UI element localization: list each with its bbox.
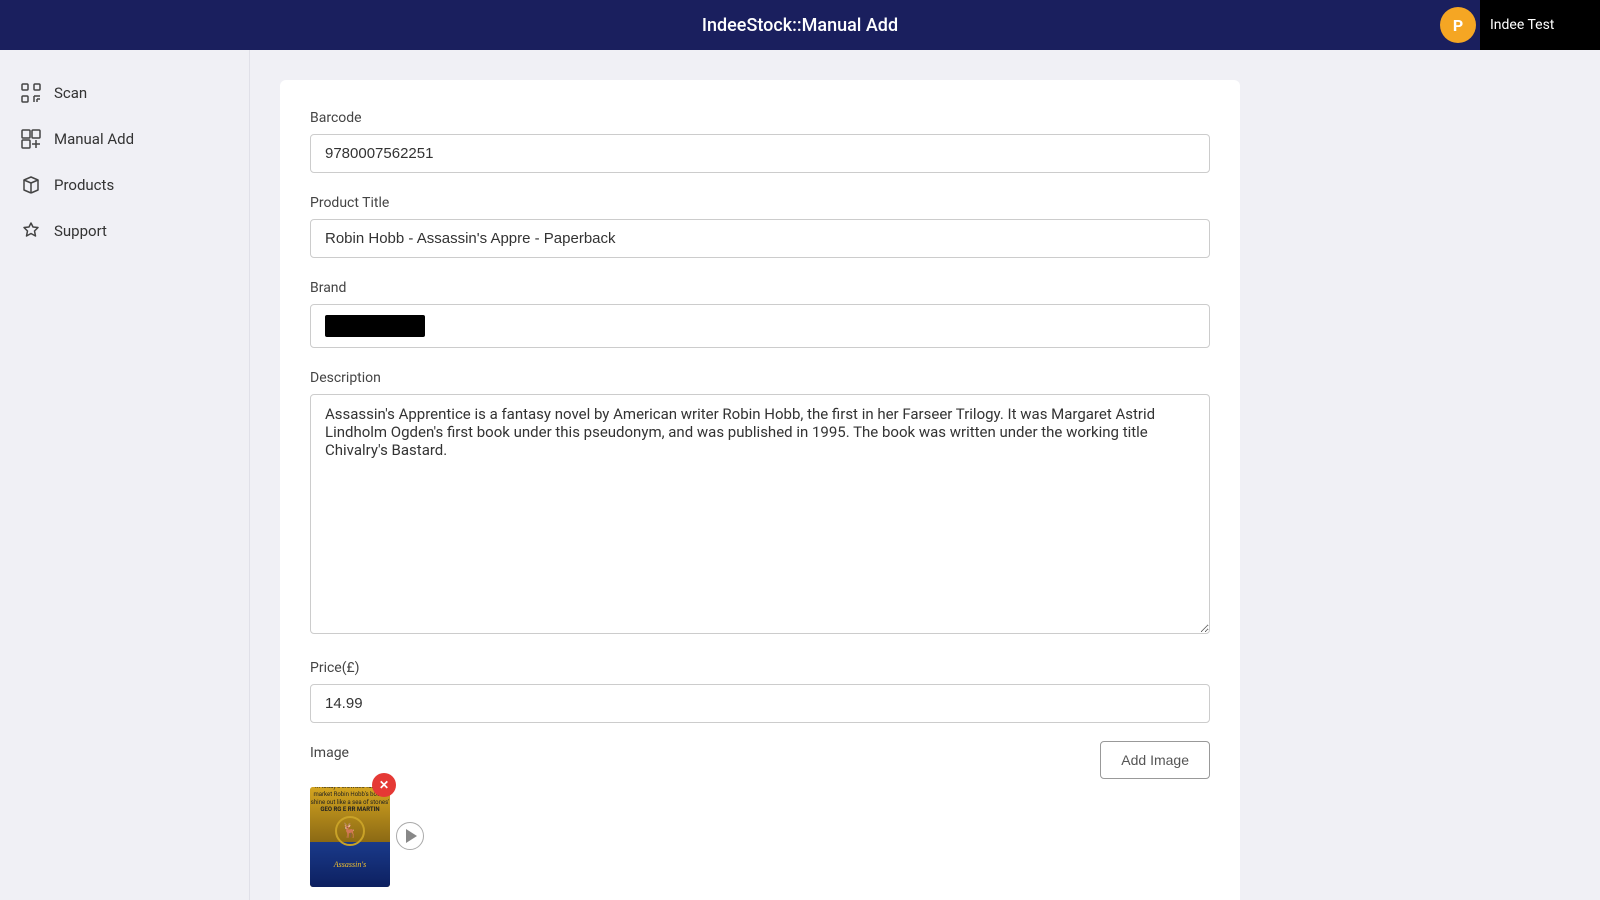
book-cover-bottom: Assassin's [310, 842, 390, 887]
app-title: IndeeStock::Manual Add [702, 15, 898, 36]
scan-icon [20, 82, 42, 104]
product-title-input[interactable] [310, 219, 1210, 258]
barcode-input[interactable] [310, 134, 1210, 173]
product-title-group: Product Title [310, 195, 1210, 258]
sidebar-label-manual-add: Manual Add [54, 130, 134, 148]
support-icon [20, 220, 42, 242]
sidebar-label-products: Products [54, 176, 114, 194]
price-group: Price(£) [310, 660, 1210, 723]
products-icon [20, 174, 42, 196]
brand-input-box[interactable] [310, 304, 1210, 348]
remove-image-button[interactable] [372, 773, 396, 797]
manual-add-icon [20, 128, 42, 150]
sidebar-label-support: Support [54, 222, 107, 240]
book-stag-icon: 🦌 [335, 816, 365, 846]
user-menu[interactable]: P Indee Test [1440, 0, 1600, 50]
play-button[interactable] [396, 822, 424, 850]
form-card: Barcode Product Title Brand Description … [280, 80, 1240, 900]
book-title-overlay: Assassin's [334, 860, 366, 870]
add-image-button[interactable]: Add Image [1100, 741, 1210, 779]
image-label: Image [310, 745, 349, 761]
avatar: P [1440, 7, 1476, 43]
price-input[interactable] [310, 684, 1210, 723]
main-content: Barcode Product Title Brand Description … [250, 50, 1600, 900]
image-section-header: Image Add Image [310, 745, 1210, 779]
description-group: Description Assassin's Apprentice is a f… [310, 370, 1210, 638]
product-title-label: Product Title [310, 195, 1210, 211]
app-header: IndeeStock::Manual Add P Indee Test [0, 0, 1600, 50]
price-label: Price(£) [310, 660, 1210, 676]
sidebar: Scan Manual Add [0, 50, 250, 900]
sidebar-label-scan: Scan [54, 84, 87, 102]
image-container: 'In today's crowded fantasy market Robin… [310, 787, 1210, 887]
sidebar-item-manual-add[interactable]: Manual Add [0, 116, 249, 162]
sidebar-item-products[interactable]: Products [0, 162, 249, 208]
sidebar-item-support[interactable]: Support [0, 208, 249, 254]
user-name: Indee Test [1480, 0, 1600, 50]
book-cover-image: 'In today's crowded fantasy market Robin… [310, 787, 390, 887]
brand-label: Brand [310, 280, 1210, 296]
description-label: Description [310, 370, 1210, 386]
image-group: Image Add Image 'In today's crowded fant… [310, 745, 1210, 887]
play-triangle-icon [406, 829, 417, 843]
barcode-group: Barcode [310, 110, 1210, 173]
image-thumbnail-wrapper: 'In today's crowded fantasy market Robin… [310, 787, 390, 887]
sidebar-item-scan[interactable]: Scan [0, 70, 249, 116]
brand-swatch [325, 315, 425, 337]
barcode-label: Barcode [310, 110, 1210, 126]
main-layout: Scan Manual Add [0, 50, 1600, 900]
brand-group: Brand [310, 280, 1210, 348]
description-textarea[interactable]: Assassin's Apprentice is a fantasy novel… [310, 394, 1210, 634]
